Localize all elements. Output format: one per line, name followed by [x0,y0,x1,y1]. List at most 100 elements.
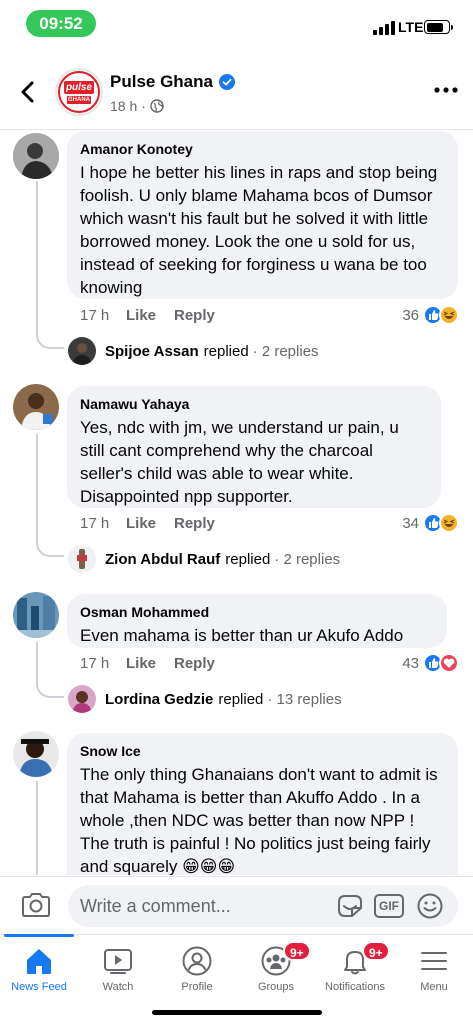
thread-line [36,434,38,539]
replied-label: replied [218,690,264,708]
comment-text: Even mahama is better than ur Akufo Addo [80,626,404,645]
commenter-avatar[interactable] [13,384,59,430]
reaction-summary[interactable]: 34 [402,513,459,533]
comment-composer: GIF [0,876,473,934]
tab-groups[interactable]: 9+ Groups [237,935,315,1005]
page-logo[interactable]: pulse GHANA [55,68,103,116]
tab-label: Notifications [325,981,385,993]
thread-connector [36,539,64,557]
replier-avatar [68,545,96,573]
comment-text: I hope he better his lines in raps and s… [80,163,438,297]
tab-menu[interactable]: Menu [395,935,473,1005]
comment-author[interactable]: Snow Ice [80,742,444,760]
comment-author[interactable]: Amanor Konotey [80,140,444,158]
tab-label: Watch [102,981,134,993]
comment-text: The only thing Ghanaians don't want to a… [80,765,438,875]
thread-line [36,181,38,331]
tab-label: Menu [420,981,448,993]
replies-link[interactable]: Zion Abdul Rauf replied · 2 replies [68,545,340,573]
replies-link[interactable]: Spijoe Assan replied · 2 replies [68,337,319,365]
comment-time[interactable]: 17 h [80,515,126,532]
reply-button[interactable]: Reply [174,515,215,532]
replier-name: Zion Abdul Rauf [105,550,221,568]
thread-connector [36,331,64,349]
reaction-count: 43 [402,654,419,672]
watch-icon [104,949,132,974]
meta-separator: · [141,98,146,114]
page-name[interactable]: Pulse Ghana [110,72,213,92]
comment-time[interactable]: 17 h [80,307,126,324]
signal-icon [373,21,395,35]
tab-profile[interactable]: Profile [158,935,236,1005]
thread-line [36,642,38,680]
logo-text-top: pulse [65,82,93,93]
reply-count: · 2 replies [252,342,319,360]
notifications-badge: 9+ [362,941,390,961]
tab-news-feed[interactable]: News Feed [0,934,78,1005]
commenter-avatar[interactable] [13,731,59,777]
comment-box[interactable]: GIF [68,885,458,927]
globe-icon [150,99,164,113]
reply-button[interactable]: Reply [174,655,215,672]
comment-text: Yes, ndc with jm, we understand ur pain,… [80,418,399,506]
logo-text-bottom: GHANA [68,97,90,103]
camera-icon[interactable] [20,891,52,919]
haha-reaction-icon [439,305,459,325]
tab-label: News Feed [11,981,67,993]
like-button[interactable]: Like [126,307,174,324]
replier-avatar [68,685,96,713]
haha-reaction-icon [439,513,459,533]
status-bar: 09:52 LTE [0,0,473,56]
reply-button[interactable]: Reply [174,307,215,324]
commenter-avatar[interactable] [13,592,59,638]
tab-notifications[interactable]: 9+ Notifications [316,935,394,1005]
comment-input[interactable] [80,885,330,927]
reaction-count: 36 [402,306,419,324]
comment-bubble[interactable]: Osman Mohammed Even mahama is better tha… [67,594,447,648]
sticker-icon[interactable] [336,893,364,919]
tab-label: Profile [181,981,213,993]
commenter-avatar[interactable] [13,133,59,179]
battery-icon [424,20,453,34]
reply-count: · 13 replies [267,690,342,708]
comment-time[interactable]: 17 h [80,655,126,672]
comment-author[interactable]: Namawu Yahaya [80,395,427,413]
post-header: pulse GHANA Pulse Ghana 18 h · [0,58,473,130]
replied-label: replied [225,550,271,568]
home-icon [27,949,51,974]
reply-count: · 2 replies [274,550,341,568]
replies-link[interactable]: Lordina Gedzie replied · 13 replies [68,685,342,713]
status-time: 09:52 [26,10,96,37]
reaction-count: 34 [402,514,419,532]
replier-name: Lordina Gedzie [105,690,214,708]
post-time[interactable]: 18 h [110,98,137,114]
gif-icon[interactable]: GIF [374,894,404,918]
comment-author[interactable]: Osman Mohammed [80,603,433,621]
verified-badge-icon [218,74,235,90]
comments-list: Amanor Konotey I hope he better his line… [0,131,473,875]
more-options-icon[interactable] [434,84,458,96]
love-reaction-icon [439,653,459,673]
groups-badge: 9+ [283,941,311,961]
like-button[interactable]: Like [126,515,174,532]
like-button[interactable]: Like [126,655,174,672]
replied-label: replied [203,342,249,360]
reaction-summary[interactable]: 36 [402,305,459,325]
comment-bubble[interactable]: Namawu Yahaya Yes, ndc with jm, we under… [67,386,441,508]
emoji-icon[interactable] [416,892,444,920]
profile-icon [182,946,212,976]
network-label: LTE [398,19,424,35]
bottom-tab-bar: News Feed Watch Profile 9+ Groups 9+ Not… [0,934,473,1024]
comment-bubble[interactable]: Amanor Konotey I hope he better his line… [67,131,458,299]
home-indicator [152,1010,322,1015]
tab-label: Groups [257,981,295,993]
reaction-summary[interactable]: 43 [402,653,459,673]
tab-watch[interactable]: Watch [79,935,157,1005]
comment-bubble[interactable]: Snow Ice The only thing Ghanaians don't … [67,733,458,875]
back-arrow-icon[interactable] [14,78,42,106]
replier-name: Spijoe Assan [105,342,199,360]
thread-connector [36,680,64,698]
replier-avatar [68,337,96,365]
thread-line [36,781,38,875]
menu-icon [421,952,447,970]
